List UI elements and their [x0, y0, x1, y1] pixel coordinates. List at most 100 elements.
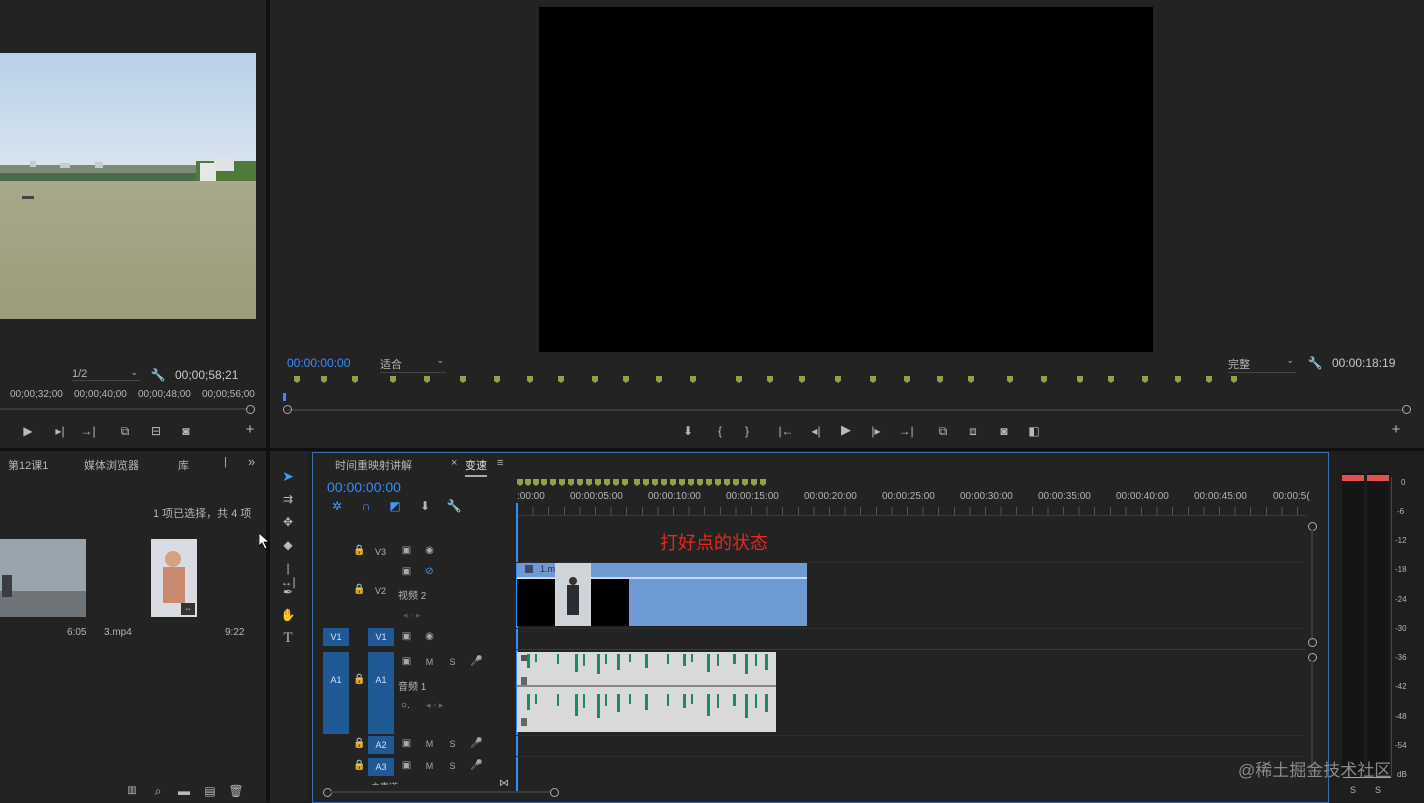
tab-time-remap-sequence[interactable]: 时间重映射讲解: [335, 457, 412, 473]
more-panels-icon[interactable]: |: [224, 456, 227, 468]
new-bin-icon[interactable]: ▬: [176, 784, 192, 798]
marker-icon[interactable]: [623, 376, 629, 383]
track-target-a1[interactable]: A1: [368, 652, 394, 734]
ripple-edit-tool-icon[interactable]: ✥: [280, 515, 296, 529]
microphone-icon[interactable]: 🎤: [470, 760, 482, 771]
solo-button[interactable]: S: [447, 739, 458, 749]
program-fit-dropdown[interactable]: 适合 ⌄: [380, 355, 446, 373]
play-icon[interactable]: ▶: [838, 423, 854, 437]
go-to-out-icon[interactable]: →|: [898, 424, 914, 438]
marker-icon[interactable]: [643, 479, 649, 486]
go-to-in-icon[interactable]: |←: [778, 424, 794, 438]
audio-clip[interactable]: [517, 652, 776, 732]
marker-icon[interactable]: [835, 376, 841, 383]
marker-icon[interactable]: [937, 376, 943, 383]
comparison-view-icon[interactable]: ◧: [1026, 424, 1042, 438]
microphone-icon[interactable]: 🎤: [470, 656, 482, 667]
program-timecode[interactable]: 00:00:00:00: [287, 356, 350, 370]
time-ruler[interactable]: [517, 507, 1307, 516]
sync-lock-icon[interactable]: ▣: [401, 545, 412, 556]
marker-icon[interactable]: [1206, 376, 1212, 383]
track-target-a3[interactable]: A3: [368, 758, 394, 776]
marker-icon[interactable]: [870, 376, 876, 383]
marker-icon[interactable]: [390, 376, 396, 383]
camera-icon[interactable]: ◙: [996, 424, 1012, 438]
keyframe-nav[interactable]: ◂ ◦ ▸: [426, 700, 443, 711]
sync-lock-icon[interactable]: ▣: [401, 760, 412, 771]
marker-icon[interactable]: [558, 376, 564, 383]
program-quality-dropdown[interactable]: 完整 ⌄: [1228, 355, 1296, 373]
step-forward-icon[interactable]: ▸|: [52, 424, 68, 438]
solo-button[interactable]: S: [447, 761, 458, 771]
marker-icon[interactable]: [968, 376, 974, 383]
panel-menu-icon[interactable]: ≡: [497, 457, 503, 469]
sync-lock-icon[interactable]: ▣: [401, 656, 412, 667]
snap-icon[interactable]: ∩: [358, 499, 374, 513]
overwrite-icon[interactable]: ⊟: [148, 424, 164, 438]
solo-button[interactable]: S: [447, 657, 458, 667]
source-patch-a1[interactable]: A1: [323, 652, 349, 734]
program-playhead[interactable]: [283, 393, 286, 401]
selection-tool-icon[interactable]: ➤: [280, 469, 296, 483]
extract-icon[interactable]: ⧈: [965, 424, 981, 438]
marker-icon[interactable]: [736, 376, 742, 383]
marker-icon[interactable]: [550, 479, 556, 486]
marker-icon[interactable]: [568, 479, 574, 486]
marker-icon[interactable]: [652, 479, 658, 486]
lock-icon[interactable]: 🔒: [353, 545, 365, 556]
track-select-tool-icon[interactable]: ⇉: [280, 492, 296, 506]
mute-button[interactable]: M: [424, 657, 435, 667]
marker-icon[interactable]: [294, 376, 300, 383]
clip-thumbnail-2[interactable]: ⇔: [151, 539, 197, 617]
marker-icon[interactable]: [622, 479, 628, 486]
step-back-icon[interactable]: ◂|: [808, 424, 824, 438]
marker-icon[interactable]: [690, 376, 696, 383]
timeline-hscroll-bar[interactable]: [331, 791, 551, 793]
marker-icon[interactable]: [517, 479, 523, 486]
marker-icon[interactable]: [577, 479, 583, 486]
marker-icon[interactable]: [1142, 376, 1148, 383]
hand-tool-icon[interactable]: ✋: [280, 608, 296, 622]
sync-lock-icon[interactable]: ▣: [401, 566, 412, 577]
marker-icon[interactable]: [352, 376, 358, 383]
eye-icon[interactable]: ◉: [424, 545, 435, 556]
marker-icon[interactable]: [724, 479, 730, 486]
camera-icon[interactable]: ◙: [178, 424, 194, 438]
marker-icon[interactable]: [613, 479, 619, 486]
zoom-fit-icon[interactable]: ⋈: [496, 777, 512, 791]
add-marker-icon[interactable]: ⬇: [417, 499, 433, 513]
source-fit-dropdown[interactable]: 1/2 ⌄: [72, 367, 140, 381]
clip-thumbnail-1[interactable]: [0, 539, 86, 617]
marker-icon[interactable]: [688, 479, 694, 486]
marker-icon[interactable]: [559, 479, 565, 486]
timeline-hscroll-handle[interactable]: [550, 788, 559, 797]
list-view-icon[interactable]: ▥: [124, 784, 140, 798]
marker-icon[interactable]: [760, 479, 766, 486]
tab-speed-sequence[interactable]: 变速: [465, 457, 487, 477]
lift-icon[interactable]: ⧉: [935, 424, 951, 438]
add-button-icon[interactable]: +: [1388, 422, 1404, 437]
wrench-icon[interactable]: 🔧: [1307, 356, 1323, 370]
timeline-vscroll-bar[interactable]: [1311, 530, 1313, 640]
marker-icon[interactable]: [1175, 376, 1181, 383]
nest-icon[interactable]: ✲: [329, 499, 345, 513]
eye-icon[interactable]: ◉: [424, 631, 435, 642]
wrench-icon[interactable]: 🔧: [150, 368, 166, 382]
eye-hidden-icon[interactable]: ⊘: [424, 566, 435, 577]
marker-icon[interactable]: [424, 376, 430, 383]
marker-icon[interactable]: [661, 479, 667, 486]
marker-icon[interactable]: [321, 376, 327, 383]
marker-icon[interactable]: [1077, 376, 1083, 383]
source-scroll-bar[interactable]: [0, 408, 248, 410]
marker-icon[interactable]: [679, 479, 685, 486]
marker-icon[interactable]: [733, 479, 739, 486]
tab-libraries[interactable]: 库: [178, 457, 189, 473]
sync-lock-icon[interactable]: ▣: [401, 738, 412, 749]
insert-icon[interactable]: ⧉: [117, 424, 133, 438]
marker-icon[interactable]: [799, 376, 805, 383]
marker-icon[interactable]: [697, 479, 703, 486]
marker-icon[interactable]: [525, 479, 531, 486]
volume-keyframe-icon[interactable]: ○.: [401, 700, 410, 711]
chevron-right-icon[interactable]: »: [248, 454, 255, 469]
track-target-v1[interactable]: V1: [368, 628, 394, 646]
